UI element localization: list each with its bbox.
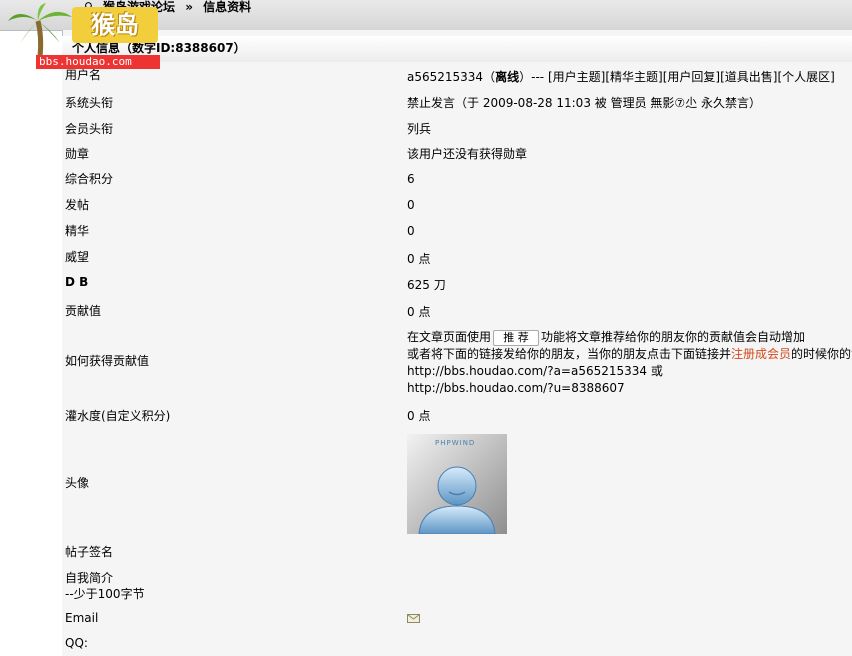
- label-total-points: 综合积分: [65, 172, 114, 186]
- row-digest: 精华 0: [62, 218, 852, 245]
- breadcrumb-current: 信息资料: [203, 0, 252, 14]
- total-points-value: 6: [407, 172, 415, 186]
- link-user-topics[interactable]: [用户主题]: [548, 70, 605, 84]
- row-medal: 勋章 该用户还没有获得勋章: [62, 140, 852, 167]
- row-username: 用户名 a565215334（离线）--- [用户主题][精华主题][用户回复]…: [62, 62, 852, 89]
- how-line-1: 在文章页面使用推 荐功能将文章推荐给你的朋友你的贡献值会自动增加: [407, 329, 852, 346]
- label-intro: 自我简介: [65, 571, 114, 585]
- site-logo[interactable]: 猴岛 bbs.houdao.com: [6, 3, 160, 69]
- how-contribution-text: 在文章页面使用推 荐功能将文章推荐给你的朋友你的贡献值会自动增加 或者将下面的链…: [407, 329, 852, 397]
- register-link[interactable]: 注册成会员: [731, 347, 791, 361]
- label-medal: 勋章: [65, 147, 90, 161]
- referral-link-1[interactable]: http://bbs.houdao.com/?a=a565215334 或: [407, 363, 852, 380]
- link-digest-topics[interactable]: [精华主题]: [605, 70, 662, 84]
- link-personal-gallery[interactable]: [个人展区]: [777, 70, 834, 84]
- prestige-value: 0 点: [407, 252, 431, 266]
- label-qq: QQ:: [65, 636, 88, 650]
- row-total-points: 综合积分 6: [62, 166, 852, 193]
- section-header: 个人信息（数字ID:8388607）: [62, 36, 852, 63]
- water-value: 0 点: [407, 409, 431, 423]
- member-title-value: 列兵: [407, 122, 432, 136]
- breadcrumb-separator: »: [185, 0, 193, 14]
- how-line-1-post: 功能将文章推荐给你的朋友你的贡献值会自动增加: [541, 330, 806, 344]
- row-intro: 自我简介 --少于100字节: [62, 564, 852, 605]
- how-line-2-pre: 或者将下面的链接发给你的朋友，当你的朋友点击下面链接并: [407, 347, 732, 361]
- label-avatar: 头像: [65, 476, 90, 490]
- palm-tree-icon: [8, 3, 72, 58]
- label-email: Email: [65, 611, 99, 625]
- label-water: 灌水度(自定义积分): [65, 409, 171, 423]
- posts-value: 0: [407, 198, 415, 212]
- label-db: D B: [65, 275, 89, 289]
- envelope-icon: [407, 614, 420, 623]
- how-line-2-post: 的时候你的贡: [791, 347, 852, 361]
- paren-close: ）---: [519, 70, 545, 84]
- db-value: 625 刀: [407, 278, 446, 292]
- digest-value: 0: [407, 224, 415, 238]
- username-text: a565215334: [407, 70, 484, 84]
- username-value: a565215334（离线）--- [用户主题][精华主题][用户回复][道具出…: [407, 68, 835, 85]
- label-signature: 帖子签名: [65, 545, 114, 559]
- label-prestige: 威望: [65, 250, 90, 264]
- link-item-sales[interactable]: [道具出售]: [720, 70, 777, 84]
- row-water: 灌水度(自定义积分) 0 点: [62, 400, 852, 429]
- row-signature: 帖子签名: [62, 538, 852, 565]
- label-system-title: 系统头衔: [65, 96, 114, 110]
- how-line-2: 或者将下面的链接发给你的朋友，当你的朋友点击下面链接并注册成会员的时候你的贡: [407, 346, 852, 363]
- how-line-1-pre: 在文章页面使用: [407, 330, 492, 344]
- row-how-contribution: 如何获得贡献值 在文章页面使用推 荐功能将文章推荐给你的朋友你的贡献值会自动增加…: [62, 324, 852, 401]
- avatar-brand: PHPWIND: [435, 439, 476, 447]
- paren-open: （: [483, 70, 496, 84]
- default-avatar-icon: [407, 434, 507, 535]
- row-member-title: 会员头衔 列兵: [62, 114, 852, 141]
- label-member-title: 会员头衔: [65, 122, 114, 136]
- row-posts: 发帖 0: [62, 192, 852, 219]
- logo-url: bbs.houdao.com: [36, 55, 160, 69]
- system-title-value: 禁止发言（于 2009-08-28 11:03 被 管理员 無影⑦尐 永久禁言）: [407, 96, 761, 110]
- link-user-replies[interactable]: [用户回复]: [663, 70, 720, 84]
- referral-link-2[interactable]: http://bbs.houdao.com/?u=8388607: [407, 380, 852, 397]
- logo-badge: 猴岛: [72, 7, 158, 43]
- email-link[interactable]: [407, 609, 420, 626]
- row-avatar: 头像 PHPWIND: [62, 428, 852, 539]
- row-system-title: 系统头衔 禁止发言（于 2009-08-28 11:03 被 管理员 無影⑦尐 …: [62, 88, 852, 115]
- contribution-value: 0 点: [407, 305, 431, 319]
- label-posts: 发帖: [65, 198, 90, 212]
- row-qq: QQ:: [62, 632, 852, 656]
- label-digest: 精华: [65, 224, 90, 238]
- label-how-contribution: 如何获得贡献值: [65, 354, 150, 368]
- recommend-button[interactable]: 推 荐: [493, 329, 540, 346]
- online-status: 离线: [495, 70, 520, 84]
- row-db: D B 625 刀: [62, 270, 852, 297]
- row-contribution: 贡献值 0 点: [62, 296, 852, 325]
- medal-value: 该用户还没有获得勋章: [407, 147, 528, 161]
- avatar: [407, 434, 507, 535]
- intro-hint: --少于100字节: [65, 587, 145, 601]
- row-prestige: 威望 0 点: [62, 244, 852, 271]
- row-email: Email: [62, 604, 852, 633]
- label-contribution: 贡献值: [65, 304, 102, 318]
